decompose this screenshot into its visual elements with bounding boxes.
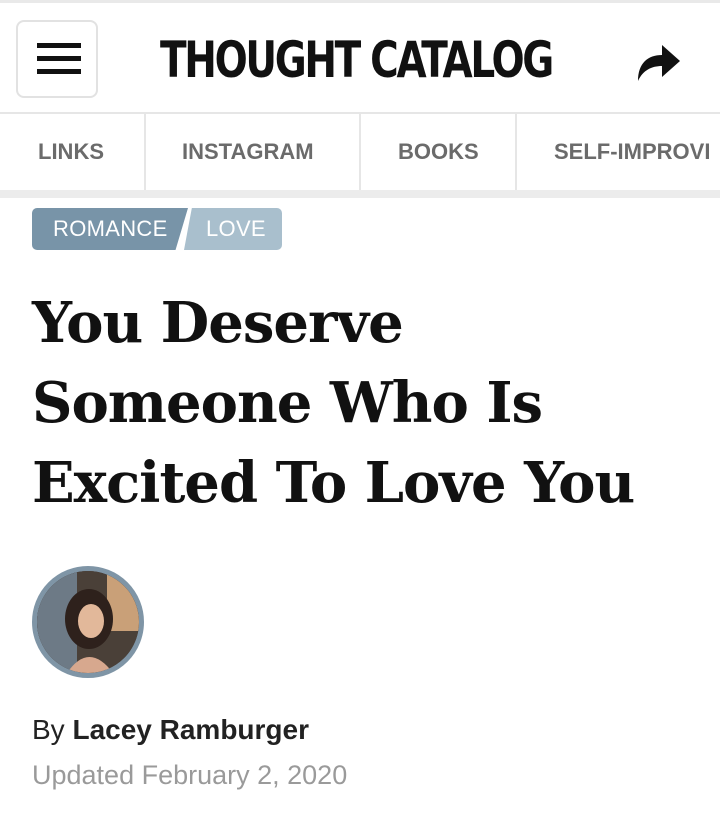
site-logo[interactable]: THOUGHT CATALOG <box>160 25 554 95</box>
article-title: You Deserve Someone Who Is Excited To Lo… <box>32 290 635 516</box>
updated-date: Updated February 2, 2020 <box>32 760 348 790</box>
nav-item-self-improvement[interactable]: SELF-IMPROVI <box>517 114 720 190</box>
author-name[interactable]: Lacey Ramburger <box>72 714 309 745</box>
share-arrow-icon <box>638 45 680 81</box>
byline-prefix: By <box>32 714 73 745</box>
nav-item-links[interactable]: LINKS <box>0 114 146 190</box>
site-header: THOUGHT CATALOG <box>0 0 720 112</box>
byline: By Lacey Ramburger <box>32 714 309 746</box>
author-avatar[interactable] <box>32 566 144 678</box>
category-nav: LINKS INSTAGRAM BOOKS SELF-IMPROVI <box>0 112 720 198</box>
nav-item-books[interactable]: BOOKS <box>361 114 517 190</box>
menu-button[interactable] <box>16 20 98 98</box>
nav-item-instagram[interactable]: INSTAGRAM <box>146 114 361 190</box>
tag-love[interactable]: LOVE <box>184 208 282 250</box>
tag-romance[interactable]: ROMANCE <box>32 208 188 250</box>
share-button[interactable] <box>630 39 686 85</box>
